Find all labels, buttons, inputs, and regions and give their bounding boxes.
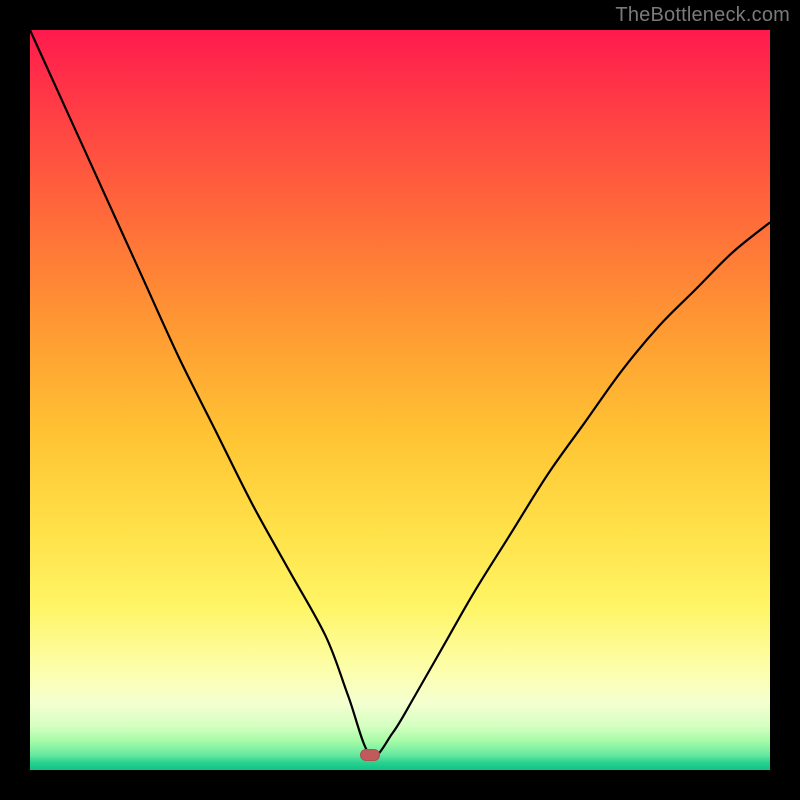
bottleneck-curve <box>30 30 770 770</box>
watermark-text: TheBottleneck.com <box>615 4 790 27</box>
optimal-marker <box>360 749 380 761</box>
chart-frame: TheBottleneck.com <box>0 0 800 800</box>
plot-area <box>30 30 770 770</box>
